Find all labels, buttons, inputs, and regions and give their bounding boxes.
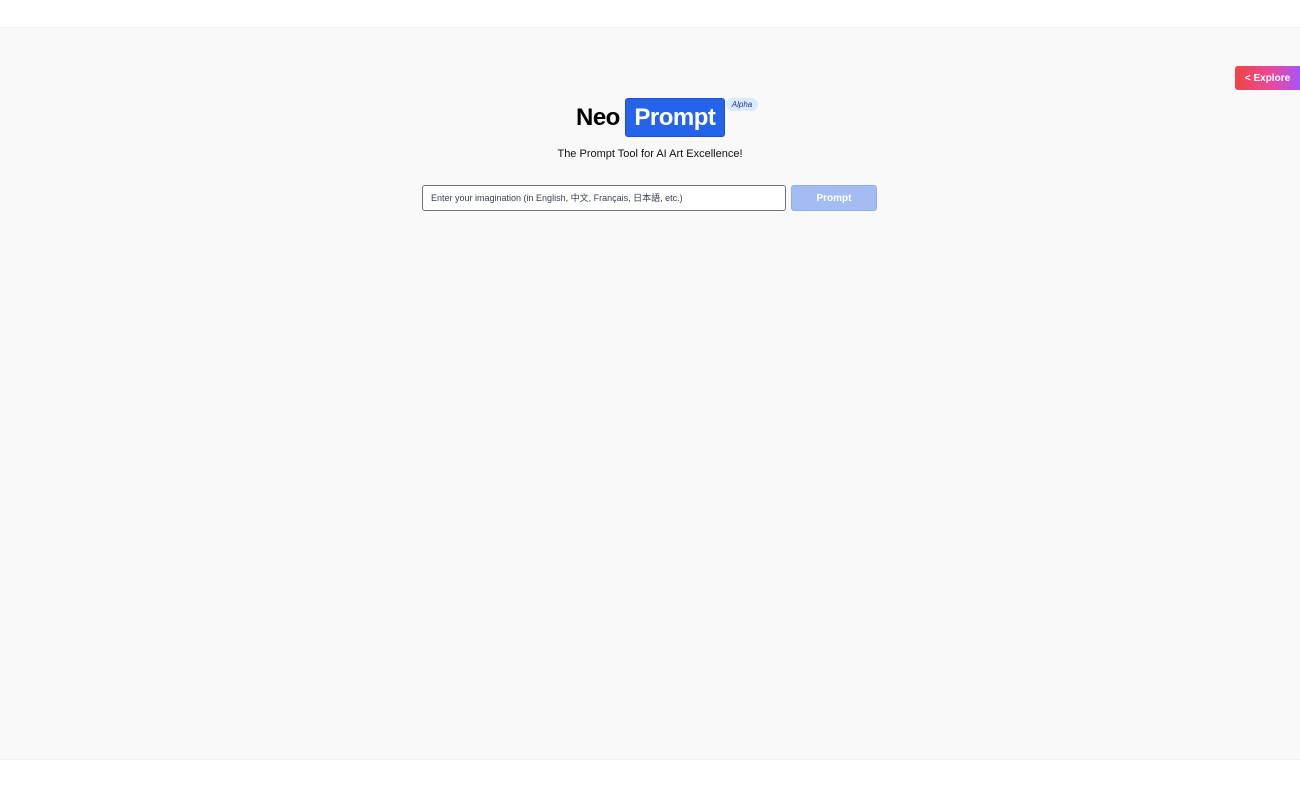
alpha-badge: Alpha bbox=[726, 98, 758, 111]
explore-button[interactable]: < Explore bbox=[1235, 66, 1300, 90]
logo-prompt-box: Prompt bbox=[624, 98, 725, 137]
logo-neo-text: Neo bbox=[576, 103, 620, 131]
main-content bbox=[0, 28, 1300, 759]
page-subtitle: The Prompt Tool for AI Art Excellence! bbox=[557, 148, 743, 160]
top-bar bbox=[0, 0, 1300, 28]
prompt-input[interactable] bbox=[422, 185, 786, 211]
prompt-submit-button[interactable]: Prompt bbox=[791, 185, 877, 211]
footer-bar bbox=[0, 759, 1300, 788]
logo: Neo Prompt bbox=[576, 98, 725, 137]
